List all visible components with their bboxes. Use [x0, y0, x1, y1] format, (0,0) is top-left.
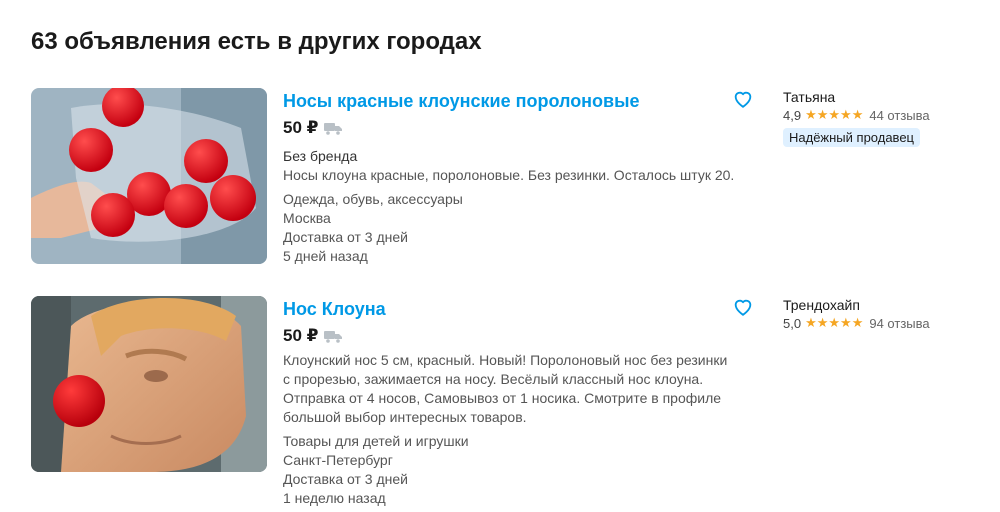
- listing-card[interactable]: Носы красные клоунские поролоновые 50 ₽ …: [31, 88, 971, 266]
- listing-date: 5 дней назад: [283, 248, 368, 264]
- seller-rating: 5,0: [783, 315, 802, 331]
- listing-description-line: Клоунский нос 5 см, красный. Новый! Поро…: [283, 352, 728, 368]
- rating-stars-icon: ★★★★★: [805, 107, 864, 122]
- listing-card[interactable]: Нос Клоуна 50 ₽ Клоунский нос 5 см, крас…: [31, 296, 971, 506]
- seller-block[interactable]: Трендохайп 5,0 ★★★★★ 94 отзыва: [783, 296, 983, 331]
- listing-description-line: Отправка от 4 носов, Самовывоз от 1 носи…: [283, 390, 722, 406]
- listing-city: Москва: [283, 210, 331, 226]
- page-heading: 63 объявления есть в других городах: [31, 28, 482, 55]
- listing-delivery: Доставка от 3 дней: [283, 229, 408, 245]
- listing-price: 50 ₽: [283, 326, 319, 345]
- delivery-truck-icon: [324, 122, 343, 135]
- listing-info: Носы красные клоунские поролоновые 50 ₽ …: [283, 88, 753, 266]
- seller-reviews-link[interactable]: 94 отзыва: [869, 316, 929, 331]
- listing-price: 50 ₽: [283, 118, 319, 137]
- seller-name[interactable]: Татьяна: [783, 88, 983, 106]
- listing-category: Товары для детей и игрушки: [283, 433, 469, 449]
- listing-description-line: большой выбор интересных товаров.: [283, 409, 527, 425]
- listing-delivery: Доставка от 3 дней: [283, 471, 408, 487]
- favorite-heart-icon[interactable]: [732, 296, 754, 318]
- seller-name[interactable]: Трендохайп: [783, 296, 983, 314]
- listing-description-line: с прорезью, зажимается на носу. Весёлый …: [283, 371, 704, 387]
- listing-description: Носы клоуна красные, поролоновые. Без ре…: [283, 167, 735, 183]
- listing-title[interactable]: Носы красные клоунские поролоновые: [283, 90, 753, 112]
- seller-rating: 4,9: [783, 107, 802, 123]
- rating-stars-icon: ★★★★★: [805, 315, 864, 330]
- listing-city: Санкт-Петербург: [283, 452, 393, 468]
- listing-photo[interactable]: [31, 88, 267, 264]
- seller-reviews-link[interactable]: 44 отзыва: [869, 108, 929, 123]
- favorite-heart-icon[interactable]: [732, 88, 754, 110]
- listing-category: Одежда, обувь, аксессуары: [283, 191, 463, 207]
- listing-brand: Без бренда: [283, 148, 358, 164]
- delivery-truck-icon: [324, 330, 343, 343]
- trusted-seller-badge: Надёжный продавец: [783, 128, 920, 147]
- listing-photo[interactable]: [31, 296, 267, 472]
- listing-info: Нос Клоуна 50 ₽ Клоунский нос 5 см, крас…: [283, 296, 753, 508]
- seller-block[interactable]: Татьяна 4,9 ★★★★★ 44 отзыва Надёжный про…: [783, 88, 983, 147]
- listing-title[interactable]: Нос Клоуна: [283, 298, 753, 320]
- listing-date: 1 неделю назад: [283, 490, 386, 506]
